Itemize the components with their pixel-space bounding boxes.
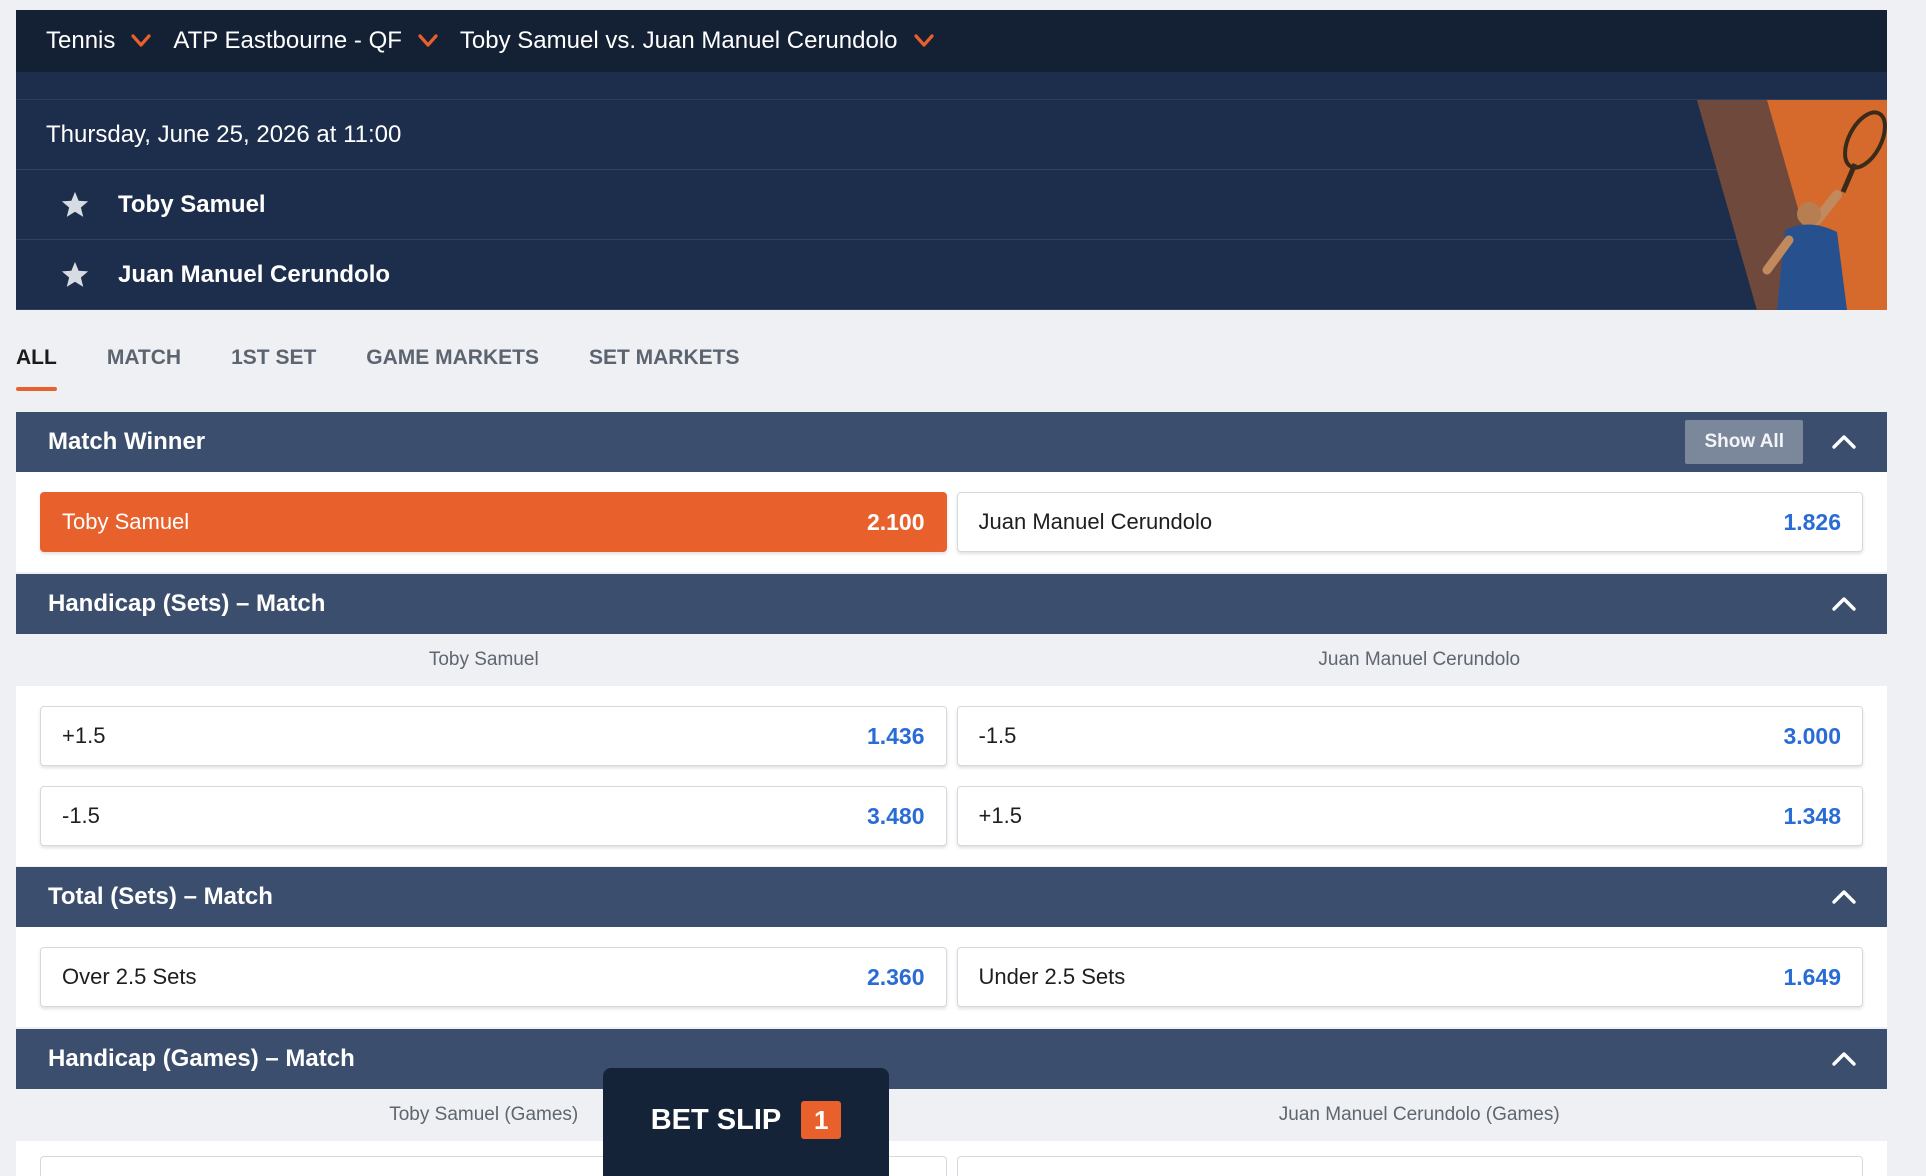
- market-handicap-sets: Handicap (Sets) – Match Toby Samuel Juan…: [16, 574, 1887, 866]
- odds-button[interactable]: +1.5 1.348: [956, 786, 1863, 846]
- market-title: Handicap (Sets) – Match: [48, 590, 326, 617]
- odds-price: 1.348: [1783, 802, 1841, 829]
- selection-label: Over 2.5 Sets: [62, 964, 197, 989]
- market-tabs: ALL MATCH 1ST SET GAME MARKETS SET MARKE…: [16, 335, 789, 395]
- odds-price: 1.826: [1783, 508, 1841, 535]
- away-team-row: Juan Manuel Cerundolo: [16, 240, 1887, 310]
- chevron-down-icon: [131, 34, 151, 47]
- market-match-winner: Match Winner Show All Toby Samuel 2.100 …: [16, 412, 1887, 572]
- selection-label: Juan Manuel Cerundolo: [978, 509, 1213, 534]
- away-team-name: Juan Manuel Cerundolo: [118, 260, 391, 288]
- odds-price: 2.360: [866, 963, 925, 990]
- star-icon[interactable]: [60, 260, 90, 290]
- tab-set-markets[interactable]: SET MARKETS: [589, 335, 740, 391]
- breadcrumb-sport[interactable]: Tennis: [46, 27, 151, 55]
- odds-price: 3.000: [1783, 722, 1841, 749]
- selection-label: +1.5: [978, 803, 1022, 828]
- odds-price: 1.436: [866, 722, 925, 749]
- market-body: Over 2.5 Sets 2.360 Under 2.5 Sets 1.649: [16, 927, 1887, 1027]
- market-title: Handicap (Games) – Match: [48, 1045, 355, 1072]
- odds-price: 1.649: [1783, 963, 1841, 990]
- market-title: Match Winner: [48, 428, 206, 455]
- breadcrumb-event[interactable]: Toby Samuel vs. Juan Manuel Cerundolo: [460, 27, 934, 55]
- bet-slip-label: BET SLIP: [650, 1104, 782, 1136]
- chevron-up-icon[interactable]: [1831, 596, 1857, 612]
- breadcrumb-tournament[interactable]: ATP Eastbourne - QF: [173, 27, 438, 55]
- column-header-left: Toby Samuel: [428, 649, 539, 670]
- market-handicap-games: Handicap (Games) – Match Toby Samuel (Ga…: [16, 1029, 1887, 1176]
- market-title: Total (Sets) – Match: [48, 883, 273, 910]
- market-header[interactable]: Match Winner Show All: [16, 412, 1887, 472]
- market-total-sets: Total (Sets) – Match Over 2.5 Sets 2.360…: [16, 867, 1887, 1027]
- chevron-up-icon[interactable]: [1831, 434, 1857, 450]
- odds-button[interactable]: Over 2.5 Sets 2.360: [40, 947, 947, 1007]
- breadcrumb-event-label: Toby Samuel vs. Juan Manuel Cerundolo: [459, 27, 898, 54]
- header-divider: [16, 72, 1887, 100]
- star-icon[interactable]: [60, 190, 90, 220]
- chevron-down-icon: [913, 34, 934, 47]
- breadcrumb-sport-label: Tennis: [46, 27, 116, 54]
- bet-slip-button[interactable]: BET SLIP 1: [603, 1068, 889, 1176]
- market-header[interactable]: Handicap (Games) – Match: [16, 1029, 1887, 1089]
- column-headers: Toby Samuel Juan Manuel Cerundolo: [16, 634, 1887, 686]
- tennis-player-illustration: [1697, 100, 1887, 310]
- show-all-button[interactable]: Show All: [1685, 420, 1803, 464]
- column-header-right: Juan Manuel Cerundolo: [1318, 649, 1521, 670]
- odds-price: 3.480: [866, 802, 925, 829]
- breadcrumb-tournament-label: ATP Eastbourne - QF: [173, 27, 402, 54]
- home-team-name: Toby Samuel: [118, 190, 266, 218]
- odds-button[interactable]: +1.5 1.436: [40, 706, 947, 766]
- odds-button[interactable]: Juan Manuel Cerundolo 1.826: [956, 492, 1863, 552]
- chevron-up-icon[interactable]: [1831, 889, 1857, 905]
- home-team-row: Toby Samuel: [16, 170, 1887, 240]
- column-headers: Toby Samuel (Games) Juan Manuel Cerundol…: [16, 1089, 1887, 1141]
- breadcrumb: Tennis ATP Eastbourne - QF Toby Samuel v…: [16, 10, 1887, 72]
- selection-label: +1.5: [62, 723, 106, 748]
- event-datetime: Thursday, June 25, 2026 at 11:00: [16, 100, 1887, 170]
- market-header[interactable]: Handicap (Sets) – Match: [16, 574, 1887, 634]
- market-header[interactable]: Total (Sets) – Match: [16, 867, 1887, 927]
- market-body: [16, 1141, 1887, 1176]
- bet-slip-count-badge: 1: [801, 1101, 842, 1139]
- odds-button[interactable]: Toby Samuel 2.100: [40, 492, 947, 552]
- tab-game-markets[interactable]: GAME MARKETS: [366, 335, 539, 391]
- odds-button[interactable]: -1.5 3.000: [956, 706, 1863, 766]
- selection-label: -1.5: [62, 803, 100, 828]
- tab-1st-set[interactable]: 1ST SET: [231, 335, 316, 391]
- tab-match[interactable]: MATCH: [107, 335, 181, 391]
- tab-all[interactable]: ALL: [16, 335, 57, 391]
- odds-button-partial[interactable]: [956, 1156, 1863, 1176]
- selection-label: Under 2.5 Sets: [978, 964, 1126, 989]
- odds-price: 2.100: [866, 508, 925, 535]
- selection-label: -1.5: [978, 723, 1017, 748]
- market-body: +1.5 1.436 -1.5 3.000 -1.5 3.480 +1.5 1.…: [16, 686, 1887, 866]
- odds-button[interactable]: -1.5 3.480: [40, 786, 947, 846]
- column-header-right: Juan Manuel Cerundolo (Games): [1278, 1104, 1560, 1125]
- chevron-up-icon[interactable]: [1831, 1051, 1857, 1067]
- event-header: Thursday, June 25, 2026 at 11:00 Toby Sa…: [16, 72, 1887, 310]
- event-datetime-text: Thursday, June 25, 2026 at 11:00: [46, 120, 402, 148]
- selection-label: Toby Samuel: [62, 509, 190, 534]
- odds-button[interactable]: Under 2.5 Sets 1.649: [956, 947, 1863, 1007]
- chevron-down-icon: [418, 34, 438, 47]
- market-body: Toby Samuel 2.100 Juan Manuel Cerundolo …: [16, 472, 1887, 572]
